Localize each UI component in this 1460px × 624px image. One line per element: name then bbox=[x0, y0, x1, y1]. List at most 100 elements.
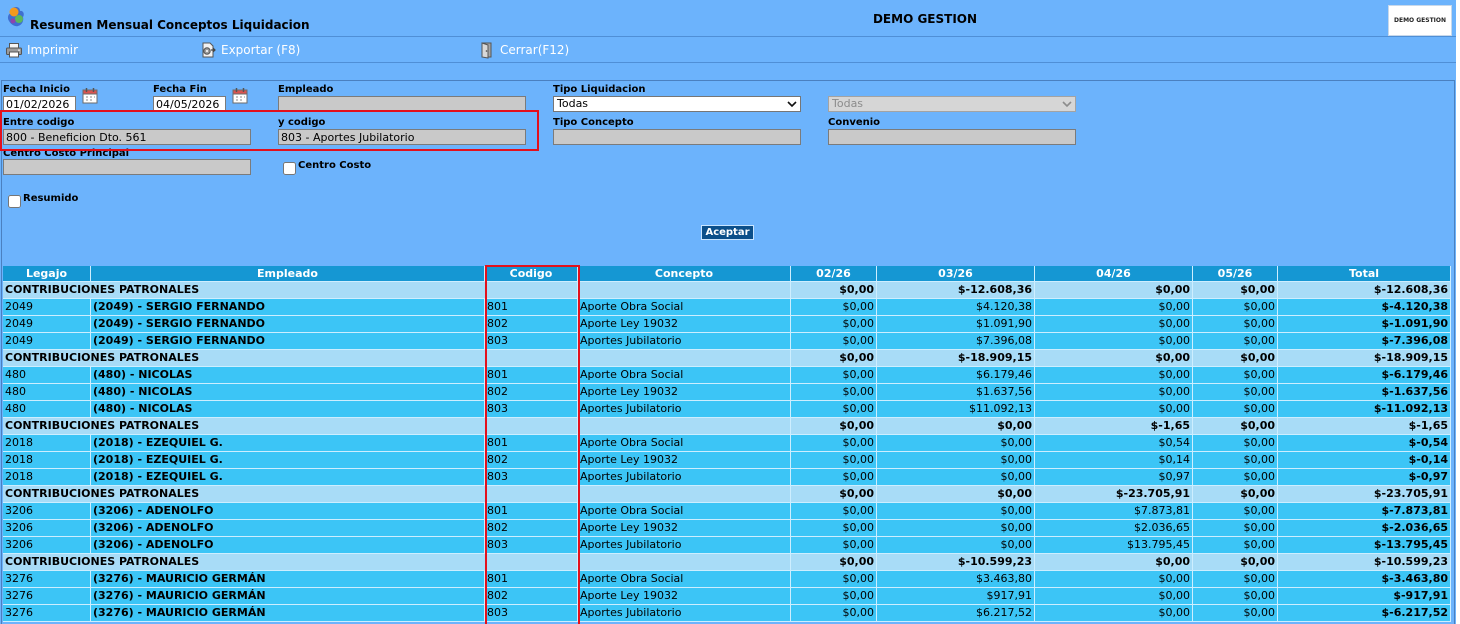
total-value: $-917,91 bbox=[1278, 588, 1451, 605]
tipo-liquidacion-value: Todas bbox=[557, 97, 589, 110]
fecha-inicio-input[interactable] bbox=[3, 96, 76, 112]
column-header-period: 02/26 bbox=[791, 266, 877, 282]
table-row: 480 (480) - NICOLAS 802 Aporte Ley 19032 $0,… bbox=[3, 384, 1451, 401]
total-value: $-0,54 bbox=[1278, 435, 1451, 452]
fecha-fin-input[interactable] bbox=[153, 96, 226, 112]
group-row: CONTRIBUCIONES PATRONALES $0,00 $0,00 $-1,6… bbox=[3, 418, 1451, 435]
table-row: 2049 (2049) - SERGIO FERNANDO 802 Aporte Le… bbox=[3, 316, 1451, 333]
accept-button[interactable]: Aceptar bbox=[701, 225, 754, 240]
total-value: $-11.092,13 bbox=[1278, 401, 1451, 418]
group-period-value: $-18.909,15 bbox=[877, 350, 1035, 367]
convenio-input[interactable] bbox=[828, 129, 1076, 145]
concepto-cell: Aportes Jubilatorio bbox=[578, 469, 791, 486]
concepto-cell: Aporte Ley 19032 bbox=[578, 452, 791, 469]
column-header-legajo: Legajo bbox=[3, 266, 91, 282]
y-codigo-label: y codigo bbox=[278, 117, 326, 128]
y-codigo-input[interactable] bbox=[278, 129, 526, 145]
period-value: $0,00 bbox=[877, 469, 1035, 486]
period-value: $0,00 bbox=[1193, 605, 1278, 622]
group-concepto-cell bbox=[578, 282, 791, 299]
period-value: $6.217,52 bbox=[877, 605, 1035, 622]
total-value: $-7.873,81 bbox=[1278, 503, 1451, 520]
table-header-row: Legajo Empleado Codigo Concepto 02/26 03… bbox=[3, 266, 1451, 282]
empleado-input[interactable] bbox=[278, 96, 526, 112]
codigo-cell: 801 bbox=[485, 435, 578, 452]
period-value: $0,00 bbox=[1193, 452, 1278, 469]
period-value: $0,00 bbox=[877, 520, 1035, 537]
centro-costo-label: Centro Costo bbox=[298, 160, 372, 171]
column-header-empleado: Empleado bbox=[91, 266, 485, 282]
resumido-label: Resumido bbox=[23, 193, 79, 204]
period-value: $0,00 bbox=[791, 605, 877, 622]
table-row: 480 (480) - NICOLAS 803 Aportes Jubilatorio… bbox=[3, 401, 1451, 418]
centro-costo-principal-label: Centro Costo Principal bbox=[3, 148, 130, 159]
total-value: $-6.179,46 bbox=[1278, 367, 1451, 384]
period-value: $0,00 bbox=[791, 384, 877, 401]
table-row: 2018 (2018) - EZEQUIEL G. 803 Aportes Jubil… bbox=[3, 469, 1451, 486]
tipo-concepto-input[interactable] bbox=[553, 129, 801, 145]
centro-costo-principal-input[interactable] bbox=[3, 159, 251, 175]
chevron-down-icon bbox=[787, 101, 797, 108]
group-concepto-cell bbox=[578, 554, 791, 571]
period-value: $0,00 bbox=[791, 520, 877, 537]
group-period-value: $0,00 bbox=[791, 418, 877, 435]
results-table: Legajo Empleado Codigo Concepto 02/26 03… bbox=[3, 266, 1451, 622]
total-value: $-1.637,56 bbox=[1278, 384, 1451, 401]
period-value: $0,00 bbox=[791, 299, 877, 316]
period-value: $7.396,08 bbox=[877, 333, 1035, 350]
period-value: $0,00 bbox=[1193, 571, 1278, 588]
period-value: $0,00 bbox=[1193, 401, 1278, 418]
period-value: $0,00 bbox=[1035, 605, 1193, 622]
concepto-cell: Aporte Obra Social bbox=[578, 299, 791, 316]
group-period-value: $0,00 bbox=[877, 486, 1035, 503]
group-row: CONTRIBUCIONES PATRONALES $0,00 $-18.909,1… bbox=[3, 350, 1451, 367]
chevron-down-icon bbox=[1062, 101, 1072, 108]
table-row: 3206 (3206) - ADENOLFO 801 Aporte Obra Soci… bbox=[3, 503, 1451, 520]
period-value: $0,00 bbox=[791, 588, 877, 605]
period-value: $0,00 bbox=[877, 503, 1035, 520]
codigo-cell: 802 bbox=[485, 316, 578, 333]
period-value: $0,00 bbox=[1193, 520, 1278, 537]
period-value: $0,00 bbox=[1193, 588, 1278, 605]
period-value: $1.091,90 bbox=[877, 316, 1035, 333]
codigo-cell: 801 bbox=[485, 571, 578, 588]
group-row: CONTRIBUCIONES PATRONALES $0,00 $-10.599,2… bbox=[3, 554, 1451, 571]
empleado-cell: (3206) - ADENOLFO bbox=[91, 503, 485, 520]
tipo-liquidacion-select[interactable]: Todas bbox=[553, 96, 801, 112]
resumido-checkbox[interactable] bbox=[8, 195, 21, 208]
period-value: $2.036,65 bbox=[1035, 520, 1193, 537]
empleado-cell: (480) - NICOLAS bbox=[91, 401, 485, 418]
group-period-value: $-10.599,23 bbox=[877, 554, 1035, 571]
period-value: $0,00 bbox=[1193, 469, 1278, 486]
legajo-cell: 3276 bbox=[3, 605, 91, 622]
group-concepto-cell bbox=[578, 418, 791, 435]
table-row: 3206 (3206) - ADENOLFO 802 Aporte Ley 19032… bbox=[3, 520, 1451, 537]
codigo-cell: 802 bbox=[485, 520, 578, 537]
concepto-cell: Aporte Obra Social bbox=[578, 503, 791, 520]
period-value: $0,00 bbox=[1193, 316, 1278, 333]
period-value: $0,00 bbox=[791, 333, 877, 350]
period-value: $0,00 bbox=[877, 452, 1035, 469]
period-value: $0,14 bbox=[1035, 452, 1193, 469]
period-value: $0,00 bbox=[1035, 588, 1193, 605]
calendar-icon[interactable] bbox=[80, 85, 101, 106]
legajo-cell: 3206 bbox=[3, 537, 91, 554]
group-period-value: $0,00 bbox=[1193, 418, 1278, 435]
group-period-value: $0,00 bbox=[791, 350, 877, 367]
period-value: $0,00 bbox=[791, 503, 877, 520]
centro-costo-checkbox[interactable] bbox=[283, 162, 296, 175]
table-row: 480 (480) - NICOLAS 801 Aporte Obra Social $… bbox=[3, 367, 1451, 384]
entre-codigo-input[interactable] bbox=[3, 129, 251, 145]
legajo-cell: 3206 bbox=[3, 520, 91, 537]
group-total-value: $-1,65 bbox=[1278, 418, 1451, 435]
column-header-total: Total bbox=[1278, 266, 1451, 282]
column-header-period: 04/26 bbox=[1035, 266, 1193, 282]
table-row: 3276 (3276) - MAURICIO GERMÁN 802 Aporte Le… bbox=[3, 588, 1451, 605]
empleado-cell: (3276) - MAURICIO GERMÁN bbox=[91, 571, 485, 588]
group-row: CONTRIBUCIONES PATRONALES $0,00 $-12.608,3… bbox=[3, 282, 1451, 299]
legajo-cell: 3276 bbox=[3, 571, 91, 588]
legajo-cell: 480 bbox=[3, 367, 91, 384]
total-value: $-7.396,08 bbox=[1278, 333, 1451, 350]
table-row: 3276 (3276) - MAURICIO GERMÁN 803 Aportes J… bbox=[3, 605, 1451, 622]
calendar-icon[interactable] bbox=[230, 85, 251, 106]
